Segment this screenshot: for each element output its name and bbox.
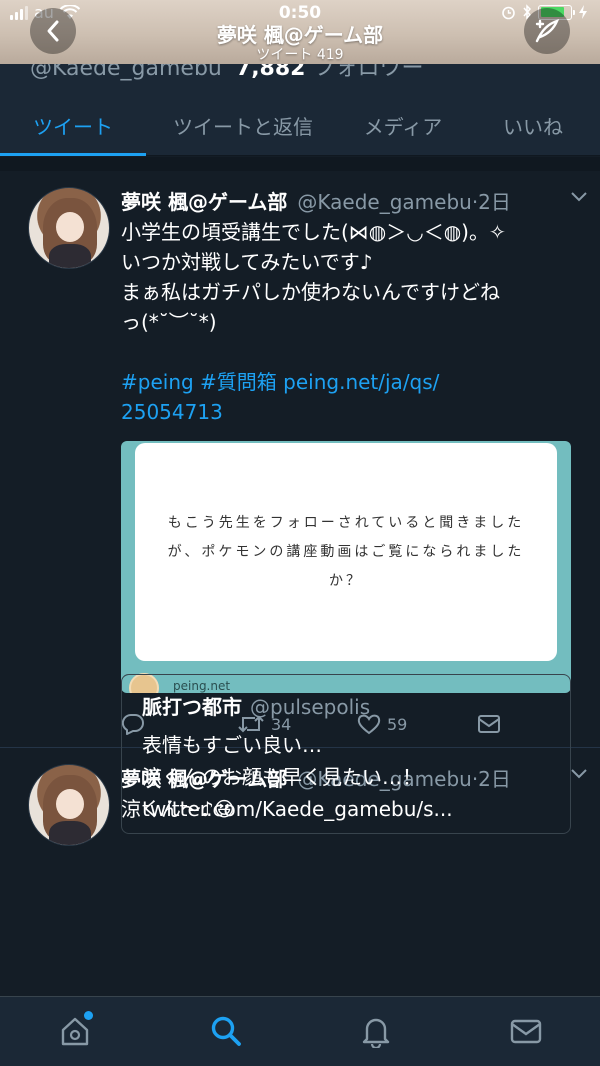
- followers-label[interactable]: フォロワー: [313, 64, 423, 81]
- tweet-author-name[interactable]: 夢咲 楓@ゲーム部: [121, 186, 287, 215]
- link-card[interactable]: もこう先生をフォローされていると聞きましたが、ポケモンの講座動画はご覧になられま…: [121, 441, 571, 693]
- nav-home[interactable]: [55, 1011, 95, 1051]
- avatar[interactable]: [28, 764, 110, 846]
- alarm-icon: [502, 6, 515, 19]
- tweet-text: 小学生の頃受講生でした(⋈◍＞◡＜◍)。✧ いつか対戦してみたいです♪ まぁ私は…: [121, 217, 581, 427]
- avatar[interactable]: [28, 187, 110, 269]
- nav-notifications[interactable]: [356, 1011, 396, 1051]
- nav-search[interactable]: [206, 1011, 246, 1051]
- compose-icon: [535, 19, 560, 43]
- quoted-text: 表情もすごい良い… 涼くんのお顔も早く見たい…！ twitter.com/Kae…: [142, 733, 453, 821]
- nav-messages[interactable]: [506, 1011, 546, 1051]
- tweet[interactable]: 夢咲 楓@ゲーム部 @Kaede_gamebu·2日 小学生の頃受講生でした(⋈…: [0, 171, 600, 748]
- card-question-text: もこう先生をフォローされていると聞きましたが、ポケモンの講座動画はご覧になられま…: [167, 514, 525, 589]
- tweet-count: ツイート 419: [256, 47, 344, 63]
- compose-button[interactable]: [524, 8, 570, 54]
- tweet-author-handle: @Kaede_gamebu·2日: [297, 189, 511, 214]
- followers-count[interactable]: 7,882: [236, 64, 306, 81]
- bottom-nav: [0, 996, 600, 1066]
- notifications-icon: [362, 1018, 390, 1048]
- profile-header: au 0:50 夢咲 楓@ゲーム部 ツイート 419: [0, 0, 600, 64]
- profile-info-peek: @Kaede_gamebu 7,882 フォロワー: [0, 64, 600, 94]
- tab-tweets-and-replies[interactable]: ツイートと返信: [146, 94, 340, 156]
- quoted-tweet[interactable]: 脈打つ都市 @pulsepolis 表情もすごい良い… 涼くんのお顔も早く見たい……: [121, 674, 571, 834]
- search-icon: [211, 1016, 241, 1046]
- tab-media[interactable]: メディア: [340, 94, 466, 156]
- chevron-down-icon[interactable]: [570, 191, 588, 203]
- tweet-time: 2日: [478, 189, 511, 214]
- tab-tweets[interactable]: ツイート: [0, 94, 146, 156]
- chevron-down-icon[interactable]: [570, 768, 588, 780]
- card-image: もこう先生をフォローされていると聞きましたが、ポケモンの講座動画はご覧になられま…: [135, 443, 557, 661]
- messages-icon: [510, 1019, 542, 1044]
- tab-likes[interactable]: いいね: [466, 94, 600, 156]
- tweet-feed: 夢咲 楓@ゲーム部 @Kaede_gamebu·2日 小学生の頃受講生でした(⋈…: [0, 171, 600, 1048]
- url-link[interactable]: 25054713: [121, 397, 581, 427]
- profile-handle: @Kaede_gamebu: [30, 64, 222, 81]
- notification-dot: [84, 1011, 93, 1020]
- hashtag-link[interactable]: #peing #質問箱 peing.net/ja/qs/: [121, 367, 581, 397]
- profile-tabs: ツイート ツイートと返信 メディア いいね: [0, 94, 600, 156]
- divider: [0, 157, 600, 171]
- charging-icon: [579, 5, 587, 19]
- quoted-author-handle: @pulsepolis: [250, 695, 371, 719]
- quoted-author-name: 脈打つ都市: [142, 695, 242, 719]
